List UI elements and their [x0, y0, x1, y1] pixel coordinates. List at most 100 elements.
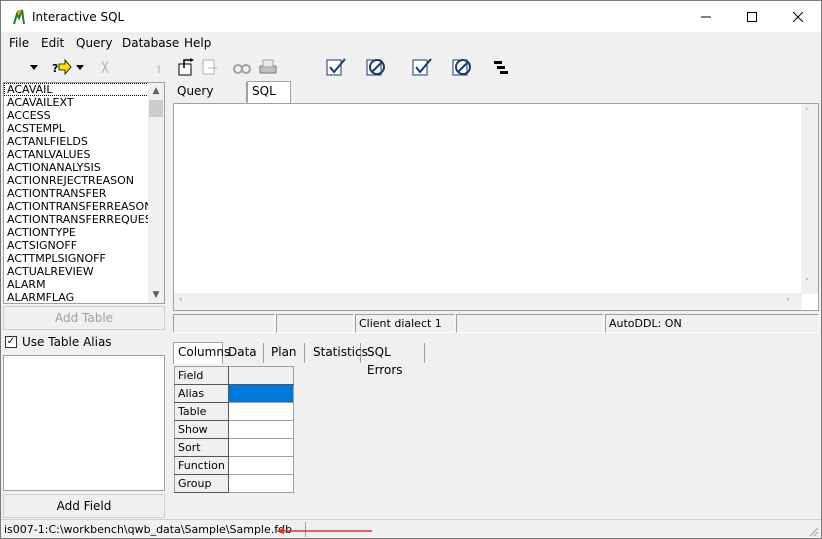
columns-grid: Field Alias Table Show Sort Function Group	[174, 366, 294, 493]
resize-grip-icon[interactable]	[807, 525, 819, 537]
grid-row: Sort	[174, 438, 294, 457]
tab-sql-errors[interactable]: SQL Errors	[363, 343, 425, 377]
app-window: Interactive SQL File Edit Query Database…	[0, 0, 822, 539]
table-list-item[interactable]: ACTANLFIELDS	[4, 135, 149, 148]
maximize-button[interactable]	[729, 1, 775, 32]
rollback-retaining-button[interactable]	[450, 56, 474, 78]
save-script-icon	[202, 59, 217, 75]
use-table-alias-checkbox[interactable]: ✓	[5, 336, 17, 348]
cut-button[interactable]	[97, 56, 113, 78]
grid-row-header: Alias	[174, 384, 229, 403]
status-pane-4	[456, 314, 604, 333]
grid-row: Field	[174, 366, 294, 385]
grid-cell[interactable]	[227, 402, 294, 421]
table-list-item[interactable]: ACSTEMPL	[4, 122, 149, 135]
tab-data[interactable]: Data	[224, 343, 264, 363]
load-script-button[interactable]	[175, 56, 197, 78]
plan-icon	[494, 61, 508, 74]
rollback-button[interactable]	[364, 56, 388, 78]
table-list-item[interactable]: ACTIONTRANSFERREQUES	[4, 213, 149, 226]
grid-row-header: Group	[174, 474, 229, 493]
scroll-down-arrow-icon[interactable]: ▼	[148, 287, 164, 303]
tab-plan[interactable]: Plan	[267, 343, 305, 363]
table-list-item[interactable]: ACCESS	[4, 109, 149, 122]
grid-cell[interactable]	[227, 474, 294, 493]
status-pane-dialect: Client dialect 1	[355, 314, 455, 333]
table-list-item[interactable]: ACTIONANALYSIS	[4, 161, 149, 174]
status-pane-autoddl: AutoDDL: ON	[605, 314, 819, 333]
execute-button[interactable]: ?	[51, 56, 73, 78]
table-list-item[interactable]: ACTIONTRANSFER	[4, 187, 149, 200]
commit-button[interactable]	[324, 56, 348, 78]
grid-row: Function	[174, 456, 294, 475]
window-title: Interactive SQL	[32, 10, 125, 24]
add-table-button[interactable]: Add Table	[3, 306, 165, 330]
table-list-item[interactable]: ACTSIGNOFF	[4, 239, 149, 252]
menu-help[interactable]: Help	[184, 36, 211, 50]
execute-dropdown-button[interactable]	[74, 56, 86, 78]
rollback-retaining-icon	[452, 59, 471, 76]
print-button[interactable]	[257, 56, 279, 78]
grid-row-header: Show	[174, 420, 229, 439]
grid-cell[interactable]	[227, 420, 294, 439]
table-list-item[interactable]: ACAVAILEXT	[4, 96, 149, 109]
grid-cell[interactable]	[227, 366, 294, 385]
sql-editor-vscrollbar[interactable]: ˄ ˅	[801, 104, 818, 294]
tab-sql[interactable]: SQL	[247, 81, 291, 103]
table-list-item[interactable]: ACTUALREVIEW	[4, 265, 149, 278]
tab-columns[interactable]: Columns	[173, 342, 230, 364]
table-list-item[interactable]: ALARMFLAG	[4, 291, 149, 303]
find-button[interactable]	[231, 56, 253, 78]
menu-database[interactable]: Database	[122, 36, 179, 50]
scroll-up-arrow-icon[interactable]: ▲	[148, 83, 164, 99]
rollback-icon	[366, 59, 385, 76]
scroll-down-arrow-icon[interactable]: ˅	[805, 278, 810, 288]
grid-row: Show	[174, 420, 294, 439]
table-list-item[interactable]: ALARM	[4, 278, 149, 291]
plan-button[interactable]	[490, 56, 512, 78]
run-arrow-icon: ?	[52, 58, 72, 76]
close-button[interactable]	[775, 1, 821, 32]
menu-bar: File Edit Query Database Help	[1, 32, 821, 53]
table-list-item[interactable]: ACTIONTRANSFERREASON	[4, 200, 149, 213]
add-field-button[interactable]: Add Field	[3, 494, 165, 518]
toolbar: ?	[1, 53, 821, 81]
minimize-icon	[701, 16, 711, 17]
table-list-item[interactable]: ACTANLVALUES	[4, 148, 149, 161]
editor-status-panes: Client dialect 1 AutoDDL: ON	[173, 314, 819, 333]
grid-cell[interactable]	[227, 456, 294, 475]
table-list-item[interactable]: ACTTMPLSIGNOFF	[4, 252, 149, 265]
sql-editor-hscrollbar[interactable]: ‹ ›	[174, 293, 802, 310]
field-list[interactable]	[3, 355, 165, 491]
grid-row-header: Sort	[174, 438, 229, 457]
step-button[interactable]	[151, 56, 167, 78]
use-table-alias-option[interactable]: ✓ Use Table Alias	[5, 335, 112, 349]
grid-cell[interactable]	[227, 384, 294, 403]
menu-file[interactable]: File	[9, 36, 29, 50]
scroll-up-arrow-icon[interactable]: ˄	[805, 108, 810, 118]
tab-query-builder[interactable]: Query Builder	[173, 82, 247, 116]
menu-edit[interactable]: Edit	[41, 36, 64, 50]
status-bar: is007-1:C:\workbench\qwb_data\Sample\Sam…	[1, 519, 821, 539]
table-list-item[interactable]: ACAVAIL	[4, 83, 149, 96]
table-list[interactable]: ACAVAIL ACAVAILEXT ACCESS ACSTEMPL ACTANLFIE…	[3, 82, 165, 304]
use-table-alias-label: Use Table Alias	[22, 335, 112, 349]
table-list-item[interactable]: ACTIONTYPE	[4, 226, 149, 239]
maximize-icon	[747, 11, 757, 22]
grid-cell[interactable]	[227, 438, 294, 457]
commit-retaining-button[interactable]	[410, 56, 434, 78]
table-list-item[interactable]: ACTIONREJECTREASON	[4, 174, 149, 187]
sql-editor[interactable]: ˄ ˅ ‹ ›	[173, 103, 819, 311]
history-dropdown-button[interactable]	[27, 56, 41, 78]
scroll-right-arrow-icon[interactable]: ›	[786, 295, 790, 305]
query-tabs: Query Builder SQL	[173, 81, 819, 116]
scroll-thumb[interactable]	[149, 100, 163, 117]
tab-statistics[interactable]: Statistics	[309, 343, 368, 363]
scroll-left-arrow-icon[interactable]: ‹	[179, 295, 183, 305]
status-pane-2	[276, 314, 354, 333]
load-script-icon	[178, 58, 194, 76]
minimize-button[interactable]	[683, 1, 729, 32]
table-list-scrollbar[interactable]: ▲ ▼	[148, 83, 164, 303]
menu-query[interactable]: Query	[76, 36, 112, 50]
save-script-button[interactable]	[199, 56, 221, 78]
